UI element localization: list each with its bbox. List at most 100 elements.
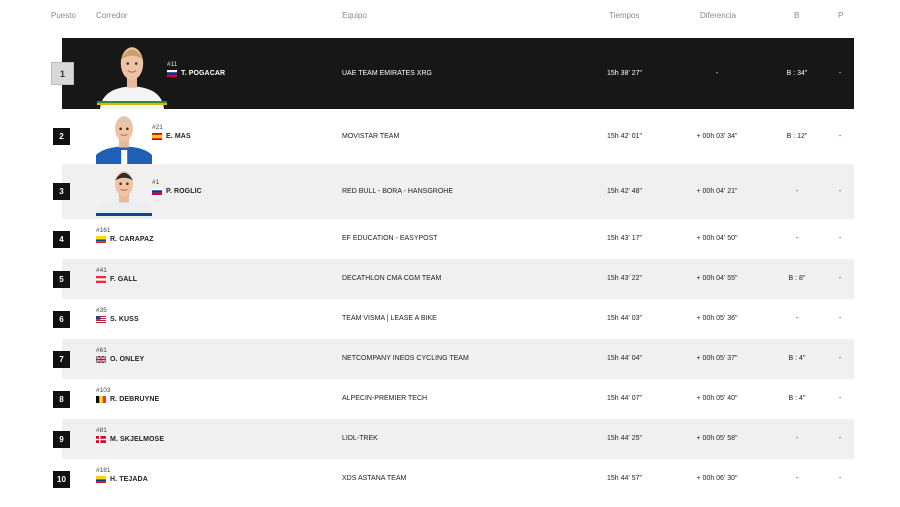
bonus-value: -: [795, 475, 799, 482]
difference-value: + 00h 03' 34": [696, 132, 738, 140]
points-value: -: [838, 69, 842, 77]
rider-number: #41: [96, 266, 107, 274]
flag-aut-icon: [96, 275, 106, 283]
column-header-b: B: [794, 11, 800, 20]
team-name[interactable]: TEAM VISMA | LEASE A BIKE: [342, 315, 437, 322]
team-name[interactable]: RED BULL - BORA - HANSGROHE: [342, 188, 453, 195]
table-row[interactable]: 7 #61 O. ONLEY NETCOMPANY INEOS CYCLING TEA…: [0, 339, 900, 379]
difference-value: + 00h 06' 30": [696, 475, 738, 482]
rider-cell[interactable]: #11 T. POGACAR: [167, 61, 225, 77]
rider-cell[interactable]: #1 P. ROGLIC: [152, 179, 202, 195]
rider-name[interactable]: F. GALL: [110, 276, 137, 283]
column-header-p: P: [838, 11, 844, 20]
table-header: Puesto Corredor Equipo Tiempos Diferenci…: [0, 0, 900, 32]
team-name[interactable]: ALPECIN-PREMIER TECH: [342, 395, 427, 402]
rider-cell[interactable]: #61 O. ONLEY: [96, 347, 144, 363]
difference-value: + 00h 05' 37": [696, 355, 738, 362]
rider-number: #11: [167, 61, 178, 68]
rider-name[interactable]: M. SKJELMOSE: [110, 436, 164, 443]
team-name[interactable]: EF EDUCATION - EASYPOST: [342, 235, 438, 242]
rider-cell[interactable]: #103 R. DEBRUYNE: [96, 387, 159, 403]
rider-name[interactable]: P. ROGLIC: [166, 188, 202, 195]
rider-name[interactable]: R. DEBRUYNE: [110, 396, 159, 403]
rider-cell[interactable]: #35 S. KUSS: [96, 307, 139, 323]
time-value: 15h 38' 27": [607, 69, 642, 77]
position-badge: 5: [53, 270, 70, 288]
table-row[interactable]: 8 #103 R. DEBRUYNE ALPECIN-PREMIER TECH 15h …: [0, 379, 900, 419]
rider-number: #1: [152, 179, 160, 186]
rider-cell[interactable]: #21 E. MAS: [152, 124, 191, 140]
time-value: 15h 43' 22": [607, 275, 642, 282]
rider-number: #181: [96, 466, 111, 474]
position-badge: 9: [53, 430, 70, 448]
flag-gbr-icon: [96, 355, 106, 363]
time-value: 15h 44' 04": [607, 355, 642, 362]
rider-number: #21: [152, 124, 163, 131]
points-value: -: [838, 475, 842, 482]
rider-photo: [96, 109, 152, 164]
points-value: -: [838, 435, 842, 442]
table-row[interactable]: 4 #161 R. CARAPAZ EF EDUCATION - EASYPOST 15…: [0, 219, 900, 259]
table-row[interactable]: 2 #21 E. MAS MOVISTAR TEAM 15h 42' 01" + 00h …: [0, 109, 900, 164]
rider-cell[interactable]: #41 F. GALL: [96, 267, 137, 283]
difference-value: + 00h 05' 58": [696, 435, 738, 442]
rider-name[interactable]: S. KUSS: [110, 316, 139, 323]
table-row[interactable]: 9 #81 M. SKJELMOSE LIDL-TREK 15h 44' 25" + 00…: [0, 419, 900, 459]
bonus-value: B : 8": [788, 275, 806, 282]
rider-name[interactable]: R. CARAPAZ: [110, 236, 154, 243]
position-badge: 7: [53, 350, 70, 368]
time-value: 15h 44' 03": [607, 315, 642, 322]
table-row[interactable]: 5 #41 F. GALL DECATHLON CMA CGM TEAM 15h 43'…: [0, 259, 900, 299]
team-name[interactable]: XDS ASTANA TEAM: [342, 475, 406, 482]
position-badge: 6: [53, 310, 70, 328]
bonus-value: B : 12": [786, 132, 808, 140]
flag-usa-icon: [96, 315, 106, 323]
flag-bel-icon: [96, 395, 106, 403]
position-badge: 10: [53, 470, 70, 488]
bonus-value: B : 4": [788, 355, 806, 362]
team-name[interactable]: MOVISTAR TEAM: [342, 133, 399, 140]
points-value: -: [838, 235, 842, 242]
column-header-tiempos: Tiempos: [609, 11, 640, 20]
team-name[interactable]: NETCOMPANY INEOS CYCLING TEAM: [342, 355, 469, 362]
points-value: -: [838, 395, 842, 402]
team-name[interactable]: LIDL-TREK: [342, 435, 378, 442]
rider-name[interactable]: H. TEJADA: [110, 476, 148, 483]
column-header-corredor: Corredor: [96, 11, 128, 20]
position-badge: 3: [53, 183, 70, 200]
difference-value: + 00h 04' 50": [696, 235, 738, 242]
bonus-value: B : 4": [788, 395, 806, 402]
time-value: 15h 43' 17": [607, 235, 642, 242]
table-row[interactable]: 6 #35 S. KUSS TEAM VISMA | LEASE A BIKE 15h …: [0, 299, 900, 339]
points-value: -: [838, 355, 842, 362]
team-name[interactable]: UAE TEAM EMIRATES XRG: [342, 70, 432, 77]
time-value: 15h 42' 48": [607, 187, 642, 195]
rider-cell[interactable]: #81 M. SKJELMOSE: [96, 427, 164, 443]
rider-name[interactable]: O. ONLEY: [110, 356, 144, 363]
table-row[interactable]: 10 #181 H. TEJADA XDS ASTANA TEAM 15h 44' 57…: [0, 459, 900, 499]
rider-name[interactable]: E. MAS: [166, 133, 191, 140]
points-value: -: [838, 132, 842, 140]
rider-cell[interactable]: #161 R. CARAPAZ: [96, 227, 154, 243]
flag-dnk-icon: [96, 435, 106, 443]
rider-number: #61: [96, 346, 107, 354]
rider-cell[interactable]: #181 H. TEJADA: [96, 467, 148, 483]
table-row[interactable]: 1 #11 T. POGACAR UAE TEAM EMIRATES XRG 15h 3…: [0, 38, 900, 109]
team-name[interactable]: DECATHLON CMA CGM TEAM: [342, 275, 441, 282]
rider-number: #81: [96, 426, 107, 434]
flag-svn-icon: [167, 70, 177, 77]
table-row[interactable]: 3 #1 P. ROGLIC RED BULL - BORA - HANSGROHE 1…: [0, 164, 900, 219]
bonus-value: -: [795, 187, 799, 195]
bonus-value: -: [795, 235, 799, 242]
flag-svn-icon: [152, 188, 162, 195]
difference-value: + 00h 04' 21": [696, 187, 738, 195]
time-value: 15h 42' 01": [607, 132, 642, 140]
bonus-value: -: [795, 315, 799, 322]
points-value: -: [838, 187, 842, 195]
position-badge: 1: [51, 62, 74, 85]
difference-value: -: [715, 69, 719, 77]
rider-name[interactable]: T. POGACAR: [181, 70, 225, 77]
column-header-equipo: Equipo: [342, 11, 367, 20]
points-value: -: [838, 315, 842, 322]
flag-ecu-icon: [96, 235, 106, 243]
